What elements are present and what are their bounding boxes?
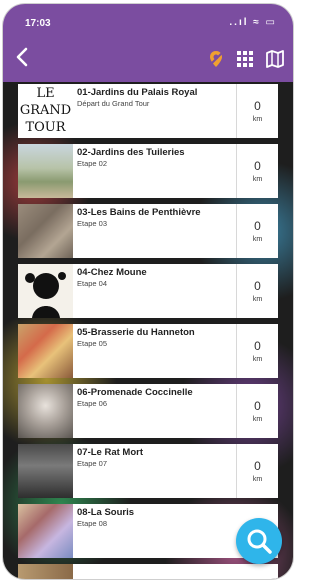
chevron-left-icon <box>16 47 28 67</box>
distance-value: 0 <box>254 399 261 413</box>
list-item[interactable]: 04-Chez Moune Etape 04 0 km <box>18 264 278 318</box>
step-subtitle: Etape 06 <box>77 399 108 408</box>
back-button[interactable] <box>15 44 29 74</box>
status-bar: 17:03 ..ıl ≈ ▭ <box>3 4 293 38</box>
step-distance: 0 km <box>236 264 278 318</box>
step-subtitle: Etape 05 <box>77 339 108 348</box>
map-icon <box>266 50 284 68</box>
distance-unit: km <box>252 236 263 243</box>
step-subtitle: Départ du Grand Tour <box>77 99 150 108</box>
distance-value: 0 <box>254 459 261 473</box>
step-title: 05-Brasserie du Hanneton <box>77 327 195 338</box>
search-icon <box>247 529 272 554</box>
distance-unit: km <box>252 116 263 123</box>
thumb-text-line: LE <box>36 86 55 101</box>
thumb-text-line: TOUR <box>25 120 66 135</box>
distance-unit: km <box>252 296 263 303</box>
step-title: 06-Promenade Coccinelle <box>77 387 193 398</box>
phone-frame: 17:03 ..ıl ≈ ▭ LE GRAND TOUR 01-Jardins … <box>3 4 293 579</box>
distance-value: 0 <box>254 159 261 173</box>
step-thumbnail <box>18 564 73 579</box>
step-subtitle: Etape 07 <box>77 459 108 468</box>
step-title: 04-Chez Moune <box>77 267 147 278</box>
step-subtitle: Etape 08 <box>77 519 108 528</box>
distance-unit: km <box>252 176 263 183</box>
distance-unit: km <box>252 476 263 483</box>
step-thumbnail <box>18 504 73 558</box>
step-title: 07-Le Rat Mort <box>77 447 143 458</box>
list-item[interactable]: LE GRAND TOUR 01-Jardins du Palais Royal… <box>18 84 278 138</box>
step-thumbnail <box>18 444 73 498</box>
list-item[interactable]: 06-Promenade Coccinelle Etape 06 0 km <box>18 384 278 438</box>
step-thumbnail <box>18 144 73 198</box>
search-button[interactable] <box>236 518 282 564</box>
location-pin-icon <box>208 51 224 67</box>
step-thumbnail <box>18 264 73 318</box>
distance-value: 0 <box>254 99 261 113</box>
list-item[interactable]: 03-Les Bains de Penthièvre Etape 03 0 km <box>18 204 278 258</box>
list-item[interactable]: 05-Brasserie du Hanneton Etape 05 0 km <box>18 324 278 378</box>
map-view-button[interactable] <box>265 49 285 69</box>
step-distance: 0 km <box>236 324 278 378</box>
list-item[interactable]: 02-Jardins des Tuileries Etape 02 0 km <box>18 144 278 198</box>
step-distance: 0 km <box>236 144 278 198</box>
distance-value: 0 <box>254 279 261 293</box>
step-thumbnail <box>18 204 73 258</box>
app-header <box>3 38 293 82</box>
grid-icon <box>237 51 253 67</box>
silhouette-illustration <box>25 272 66 318</box>
step-distance: 0 km <box>236 384 278 438</box>
step-distance: 0 km <box>236 444 278 498</box>
status-icons: ..ıl ≈ ▭ <box>229 17 277 28</box>
distance-value: 0 <box>254 339 261 353</box>
location-pin-button[interactable] <box>206 49 226 69</box>
step-title: 03-Les Bains de Penthièvre <box>77 207 201 218</box>
step-title: 08-La Souris <box>77 507 135 518</box>
list-item[interactable] <box>18 564 278 579</box>
step-title: 01-Jardins du Palais Royal <box>77 87 198 98</box>
step-subtitle: Etape 04 <box>77 279 108 288</box>
step-subtitle: Etape 02 <box>77 159 108 168</box>
status-time: 17:03 <box>25 18 51 29</box>
step-distance: 0 km <box>236 84 278 138</box>
distance-unit: km <box>252 356 263 363</box>
grid-view-button[interactable] <box>235 49 255 69</box>
step-list: LE GRAND TOUR 01-Jardins du Palais Royal… <box>3 82 293 579</box>
step-distance: 0 km <box>236 204 278 258</box>
list-item[interactable]: 07-Le Rat Mort Etape 07 0 km <box>18 444 278 498</box>
distance-value: 0 <box>254 219 261 233</box>
thumb-text-line: GRAND <box>19 103 72 118</box>
step-thumbnail <box>18 324 73 378</box>
step-subtitle: Etape 03 <box>77 219 108 228</box>
distance-unit: km <box>252 416 263 423</box>
step-thumbnail <box>18 384 73 438</box>
step-thumbnail: LE GRAND TOUR <box>18 84 73 138</box>
step-title: 02-Jardins des Tuileries <box>77 147 185 158</box>
